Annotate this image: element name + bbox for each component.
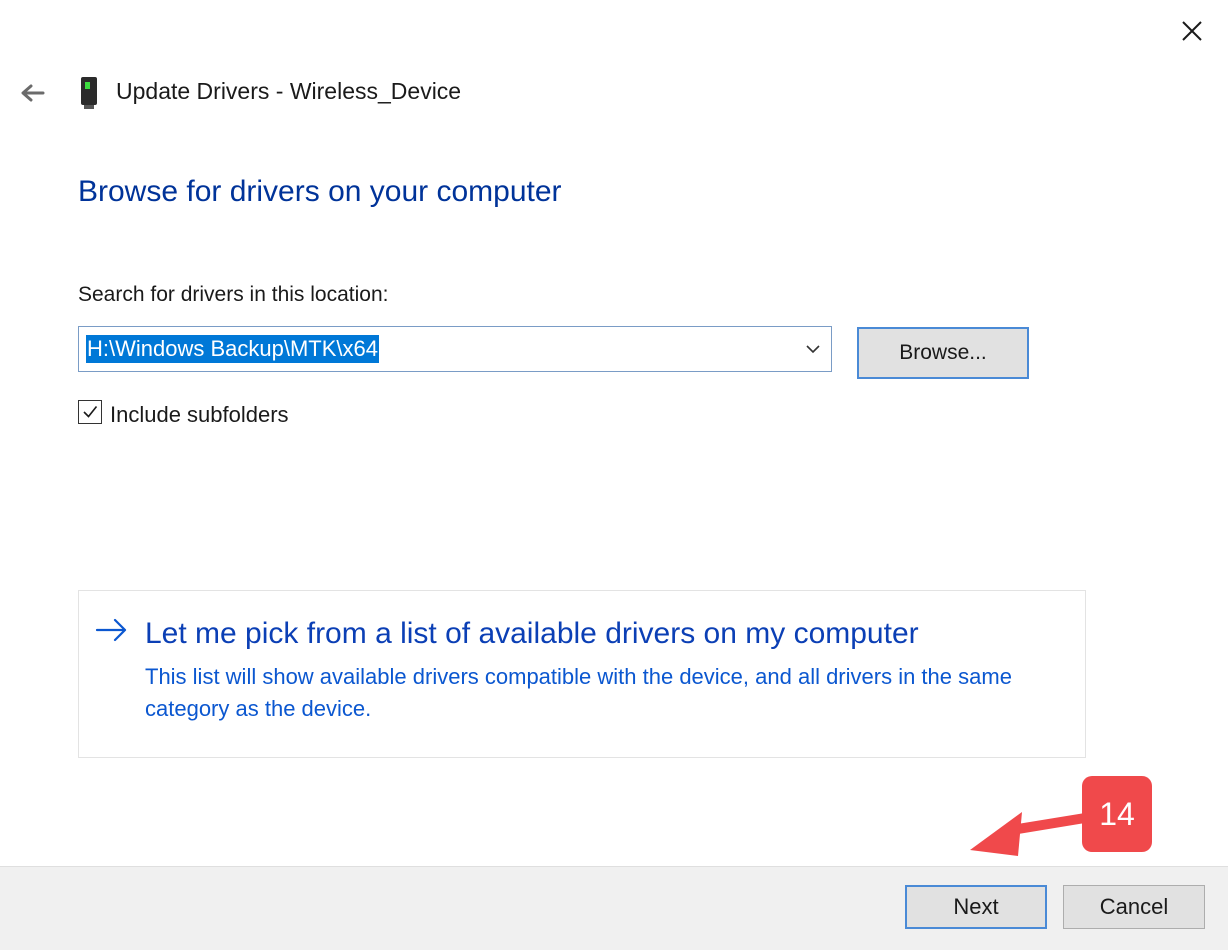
annotation-arrow — [970, 812, 1090, 856]
pick-from-list-option[interactable]: Let me pick from a list of available dri… — [78, 590, 1086, 758]
pick-from-list-description: This list will show available drivers co… — [145, 664, 1012, 721]
step-number-badge: 14 — [1082, 776, 1152, 852]
checkmark-icon — [83, 406, 98, 418]
wireless-device-icon — [78, 76, 102, 110]
chevron-down-icon[interactable] — [801, 337, 825, 361]
browse-button[interactable]: Browse... — [857, 327, 1029, 379]
window-title: Update Drivers - Wireless_Device — [116, 78, 462, 104]
dialog-footer: Next Cancel — [0, 866, 1228, 950]
page-heading: Browse for drivers on your computer — [78, 175, 562, 208]
search-location-label: Search for drivers in this location: — [78, 283, 389, 306]
back-arrow-icon — [21, 84, 45, 102]
next-button[interactable]: Next — [905, 885, 1047, 929]
back-button[interactable] — [12, 74, 52, 112]
include-subfolders-checkbox[interactable] — [78, 400, 102, 424]
cancel-button[interactable]: Cancel — [1063, 885, 1205, 929]
include-subfolders-label[interactable]: Include subfolders — [110, 402, 289, 428]
right-arrow-icon — [95, 618, 127, 642]
close-button[interactable] — [1166, 8, 1218, 54]
pick-from-list-title[interactable]: Let me pick from a list of available dri… — [145, 617, 919, 651]
close-icon — [1182, 21, 1202, 41]
driver-path-combobox[interactable]: H:\Windows Backup\MTK\x64 — [78, 326, 832, 372]
driver-path-input[interactable]: H:\Windows Backup\MTK\x64 — [86, 335, 379, 363]
